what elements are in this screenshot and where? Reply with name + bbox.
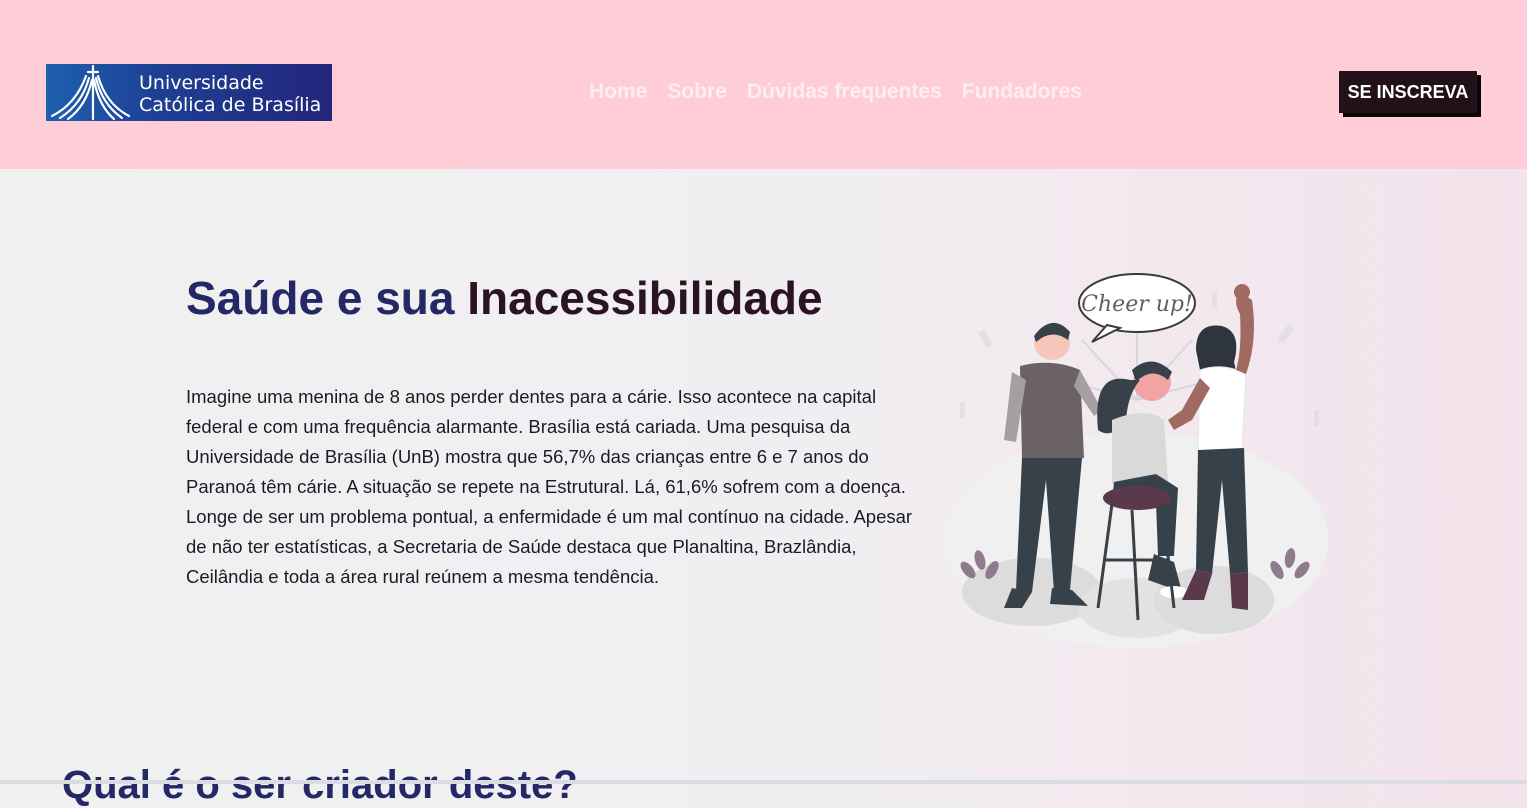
nav-duvidas-frequentes[interactable]: Dúvidas frequentes (747, 80, 942, 104)
nav-home[interactable]: Home (589, 80, 647, 104)
university-logo[interactable]: Universidade Católica de Brasília (46, 64, 332, 121)
subscribe-button[interactable]: SE INSCREVA (1339, 71, 1477, 113)
hero-title-part-2: Inacessibilidade (467, 272, 823, 324)
nav-sobre[interactable]: Sobre (667, 80, 727, 104)
hero-paragraph: Imagine uma menina de 8 anos perder dent… (186, 386, 913, 587)
main-nav: Home Sobre Dúvidas frequentes Fundadores (589, 80, 1082, 104)
logo-line-1: Universidade (139, 72, 264, 94)
nav-fundadores[interactable]: Fundadores (962, 80, 1082, 104)
people-cheering-icon: Cheer up! (944, 273, 1328, 648)
site-header: Universidade Católica de Brasília Home S… (0, 0, 1527, 169)
hero-title: Saúde e sua Inacessibilidade (186, 272, 823, 324)
bottom-scroll-edge (0, 780, 1527, 784)
hero-title-part-1: Saúde e sua (186, 272, 455, 324)
speech-bubble-text: Cheer up! (1081, 292, 1193, 317)
logo-line-2: Católica de Brasília (139, 94, 322, 116)
cheer-up-illustration: Cheer up! (942, 270, 1332, 660)
next-section-title: Qual é o ser criador deste? (62, 763, 578, 807)
logo-emblem-icon (50, 64, 131, 121)
